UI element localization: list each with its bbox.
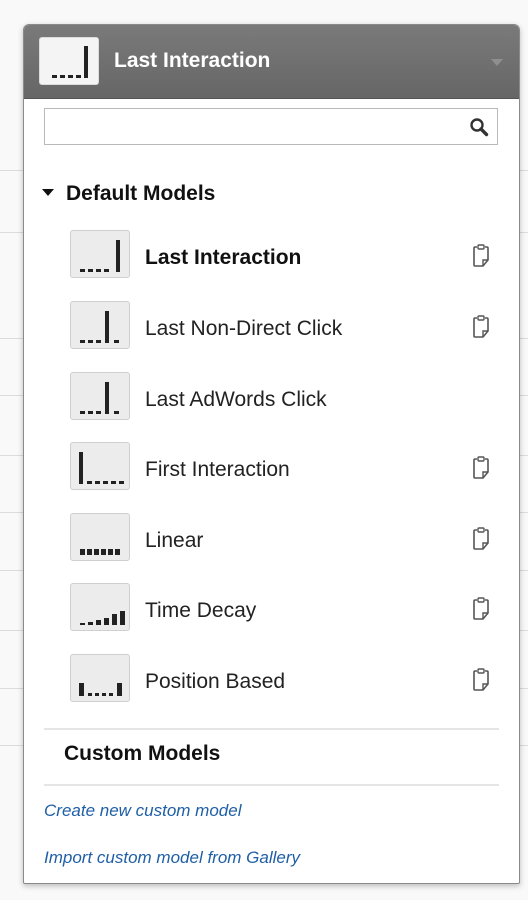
model-item-last-non-direct-click[interactable]: Last Non-Direct Click — [70, 301, 510, 357]
model-item-last-interaction[interactable]: Last Interaction — [70, 230, 510, 286]
time-decay-chart-icon — [70, 583, 130, 631]
default-models-header[interactable]: Default Models — [42, 182, 215, 206]
model-label: Last Non-Direct Click — [145, 317, 343, 340]
custom-models-header: Custom Models — [64, 742, 221, 765]
model-label: Position Based — [145, 670, 286, 693]
copy-model-icon[interactable] — [471, 456, 491, 480]
model-label: Last Interaction — [145, 246, 302, 269]
first-interaction-chart-icon — [70, 442, 130, 490]
model-item-time-decay[interactable]: Time Decay — [70, 583, 510, 639]
import-custom-model-link[interactable]: Import custom model from Gallery — [44, 848, 300, 868]
last-non-direct-click-chart-icon — [70, 301, 130, 349]
model-label: Last AdWords Click — [145, 388, 327, 411]
copy-model-icon[interactable] — [471, 315, 491, 339]
search-icon[interactable] — [469, 117, 489, 137]
collapse-triangle-icon[interactable] — [42, 189, 54, 196]
linear-chart-icon — [70, 513, 130, 561]
model-label: First Interaction — [145, 458, 290, 481]
section-divider — [44, 784, 499, 786]
model-label: Linear — [145, 529, 204, 552]
chevron-down-icon[interactable] — [491, 59, 503, 66]
copy-model-icon[interactable] — [471, 597, 491, 621]
copy-model-icon[interactable] — [471, 668, 491, 692]
last-adwords-click-chart-icon — [70, 372, 130, 420]
copy-model-icon[interactable] — [471, 527, 491, 551]
page: Last Interaction Default Models Last Int… — [0, 0, 528, 900]
dropdown-header[interactable]: Last Interaction — [24, 25, 519, 99]
section-divider — [44, 728, 499, 730]
model-item-first-interaction[interactable]: First Interaction — [70, 442, 510, 498]
model-item-linear[interactable]: Linear — [70, 513, 510, 569]
copy-model-icon[interactable] — [471, 244, 491, 268]
last-interaction-chart-icon — [39, 37, 99, 85]
search-input[interactable] — [45, 109, 471, 144]
model-item-last-adwords-click[interactable]: Last AdWords Click — [70, 372, 510, 428]
model-search-box[interactable] — [44, 108, 498, 145]
position-based-chart-icon — [70, 654, 130, 702]
attribution-model-dropdown: Last Interaction Default Models Last Int… — [23, 24, 520, 884]
default-models-label: Default Models — [66, 182, 216, 205]
model-item-position-based[interactable]: Position Based — [70, 654, 510, 710]
model-label: Time Decay — [145, 599, 257, 622]
last-interaction-chart-icon — [70, 230, 130, 278]
selected-model-title: Last Interaction — [114, 49, 271, 72]
create-custom-model-link[interactable]: Create new custom model — [44, 801, 241, 821]
